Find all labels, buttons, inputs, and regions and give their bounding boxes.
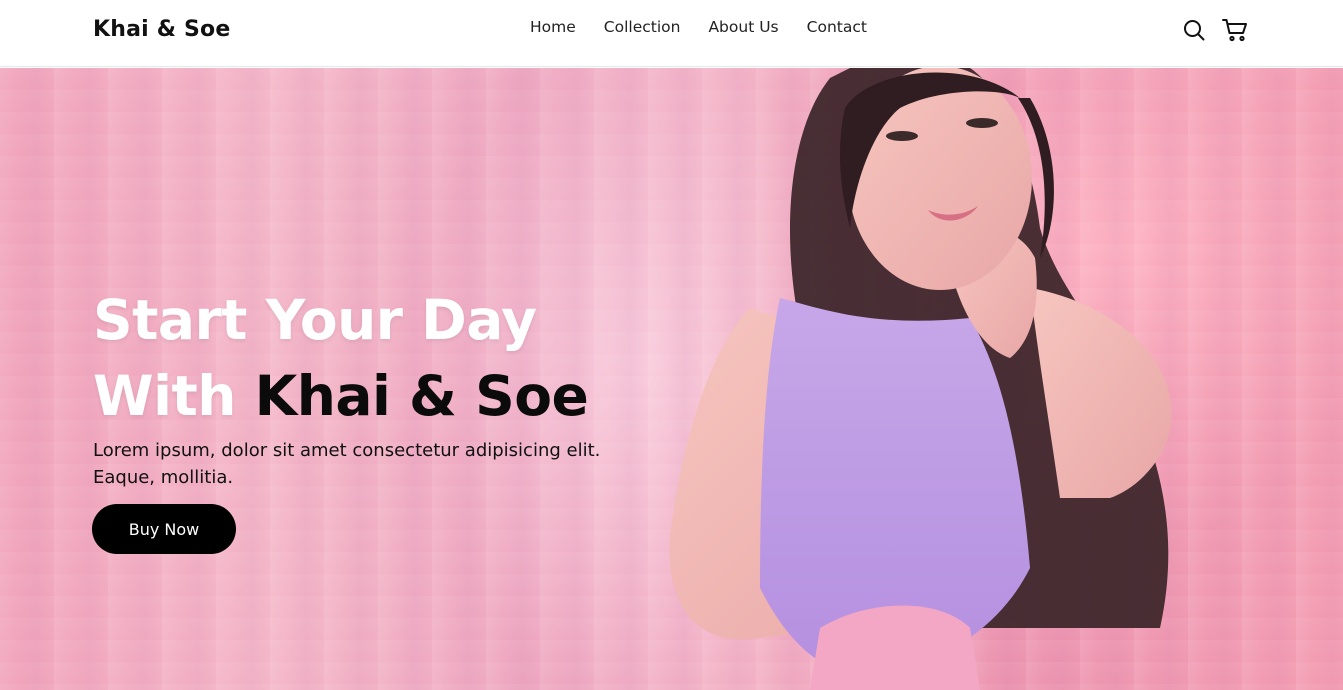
buy-now-button[interactable]: Buy Now (92, 504, 236, 554)
nav-link-home[interactable]: Home (530, 18, 576, 36)
hero-title-line2-prefix: With (93, 364, 255, 428)
top-navbar: Khai & Soe Home Collection About Us Cont… (0, 0, 1343, 67)
hero-model-photo (669, 68, 1172, 690)
hero-section: Start Your Day With Khai & Soe Lorem ips… (0, 68, 1343, 690)
nav-item-home: Home (530, 18, 576, 37)
nav-link-contact[interactable]: Contact (807, 18, 867, 36)
search-icon[interactable] (1182, 18, 1206, 42)
hero-title-brand: Khai & Soe (254, 364, 589, 428)
cart-icon[interactable] (1222, 18, 1247, 42)
nav-actions (1182, 18, 1247, 42)
nav-item-contact: Contact (807, 18, 867, 37)
hero-title: Start Your Day With Khai & Soe (93, 282, 589, 434)
nav-link-about-us[interactable]: About Us (708, 18, 778, 36)
brand-logo[interactable]: Khai & Soe (93, 17, 230, 42)
hero-description: Lorem ipsum, dolor sit amet consectetur … (93, 440, 601, 488)
nav-item-about: About Us (708, 18, 778, 37)
nav-link-collection[interactable]: Collection (604, 18, 681, 36)
main-nav: Home Collection About Us Contact (530, 18, 867, 37)
hero-title-line1: Start Your Day (93, 288, 537, 352)
nav-item-collection: Collection (604, 18, 681, 37)
